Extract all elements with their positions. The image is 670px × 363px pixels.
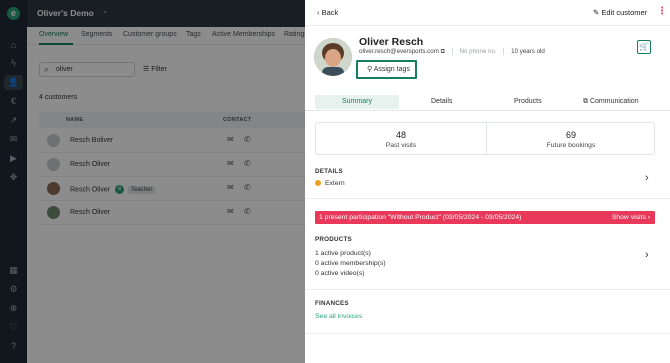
communication-label: Communication bbox=[589, 98, 639, 105]
tab-products[interactable]: Products bbox=[514, 98, 542, 105]
customer-meta: oliver.resch@eversports.com ⧉ No phone n… bbox=[359, 48, 545, 56]
tab-details[interactable]: Details bbox=[431, 98, 452, 105]
divider bbox=[305, 289, 670, 290]
customer-name: Oliver Resch bbox=[359, 36, 424, 48]
tag-icon: ⚲ bbox=[367, 66, 374, 73]
chevron-right-icon[interactable]: › bbox=[645, 249, 649, 261]
back-button[interactable]: ‹ Back bbox=[317, 8, 338, 17]
stat-value: 69 bbox=[565, 130, 576, 140]
stat-future-bookings: 69 Future bookings bbox=[486, 123, 656, 156]
chevron-right-icon[interactable]: › bbox=[645, 172, 649, 184]
tab-communication[interactable]: ⧉ Communication bbox=[583, 98, 639, 106]
copy-icon[interactable]: ⧉ bbox=[441, 48, 445, 55]
customer-detail-panel: ‹ Back ✎ Edit customer ⋮ Oliver Resch ol… bbox=[305, 0, 670, 363]
status-label: Extern bbox=[325, 180, 345, 187]
assign-tags-label: Assign tags bbox=[373, 66, 410, 73]
stat-value: 48 bbox=[395, 130, 406, 140]
external-link-icon: ⧉ bbox=[583, 98, 590, 105]
separator bbox=[451, 48, 453, 55]
show-visits-label: Show visits bbox=[611, 214, 646, 221]
customer-tabs: Summary Details Products ⧉ Communication bbox=[305, 93, 670, 111]
products-line: 1 active product(s) bbox=[315, 250, 371, 257]
divider bbox=[305, 333, 670, 334]
divider bbox=[305, 25, 670, 26]
stat-label: Past visits bbox=[385, 142, 417, 149]
alert-text: 1 present participation "Without Product… bbox=[319, 214, 522, 221]
divider bbox=[305, 198, 670, 199]
customer-avatar bbox=[314, 38, 352, 76]
edit-customer-button[interactable]: ✎ Edit customer bbox=[593, 8, 647, 17]
edit-label: Edit customer bbox=[601, 8, 648, 17]
finances-heading: FINANCES bbox=[315, 300, 349, 307]
chevron-right-icon: › bbox=[647, 214, 650, 221]
customer-email: oliver.resch@eversports.com bbox=[359, 48, 439, 56]
stat-label: Future bookings bbox=[546, 142, 596, 149]
separator bbox=[503, 48, 505, 55]
details-status: Extern bbox=[315, 180, 345, 187]
products-line: 0 active membership(s) bbox=[315, 260, 386, 267]
status-dot bbox=[315, 180, 321, 187]
details-heading: DETAILS bbox=[315, 168, 343, 175]
participation-alert: 1 present participation "Without Product… bbox=[315, 211, 655, 224]
see-all-invoices-link[interactable]: See all invoices bbox=[315, 313, 362, 320]
show-visits-link[interactable]: Show visits › bbox=[612, 211, 650, 224]
back-label: Back bbox=[321, 8, 339, 17]
stat-past-visits: 48 Past visits bbox=[316, 123, 486, 156]
assign-tags-button[interactable]: ⚲ Assign tags bbox=[356, 60, 417, 79]
modal-overlay[interactable] bbox=[0, 0, 305, 363]
customer-age: 10 years old bbox=[511, 48, 545, 56]
stats-card: 48 Past visits 69 Future bookings bbox=[315, 122, 656, 156]
products-heading: PRODUCTS bbox=[315, 236, 352, 243]
products-line: 0 active video(s) bbox=[315, 270, 365, 277]
more-options-icon[interactable]: ⋮ bbox=[657, 6, 667, 17]
tab-summary[interactable]: Summary bbox=[342, 98, 372, 105]
cart-icon[interactable]: 🛒 bbox=[637, 40, 651, 54]
customer-phone: No phone no. bbox=[459, 48, 497, 56]
